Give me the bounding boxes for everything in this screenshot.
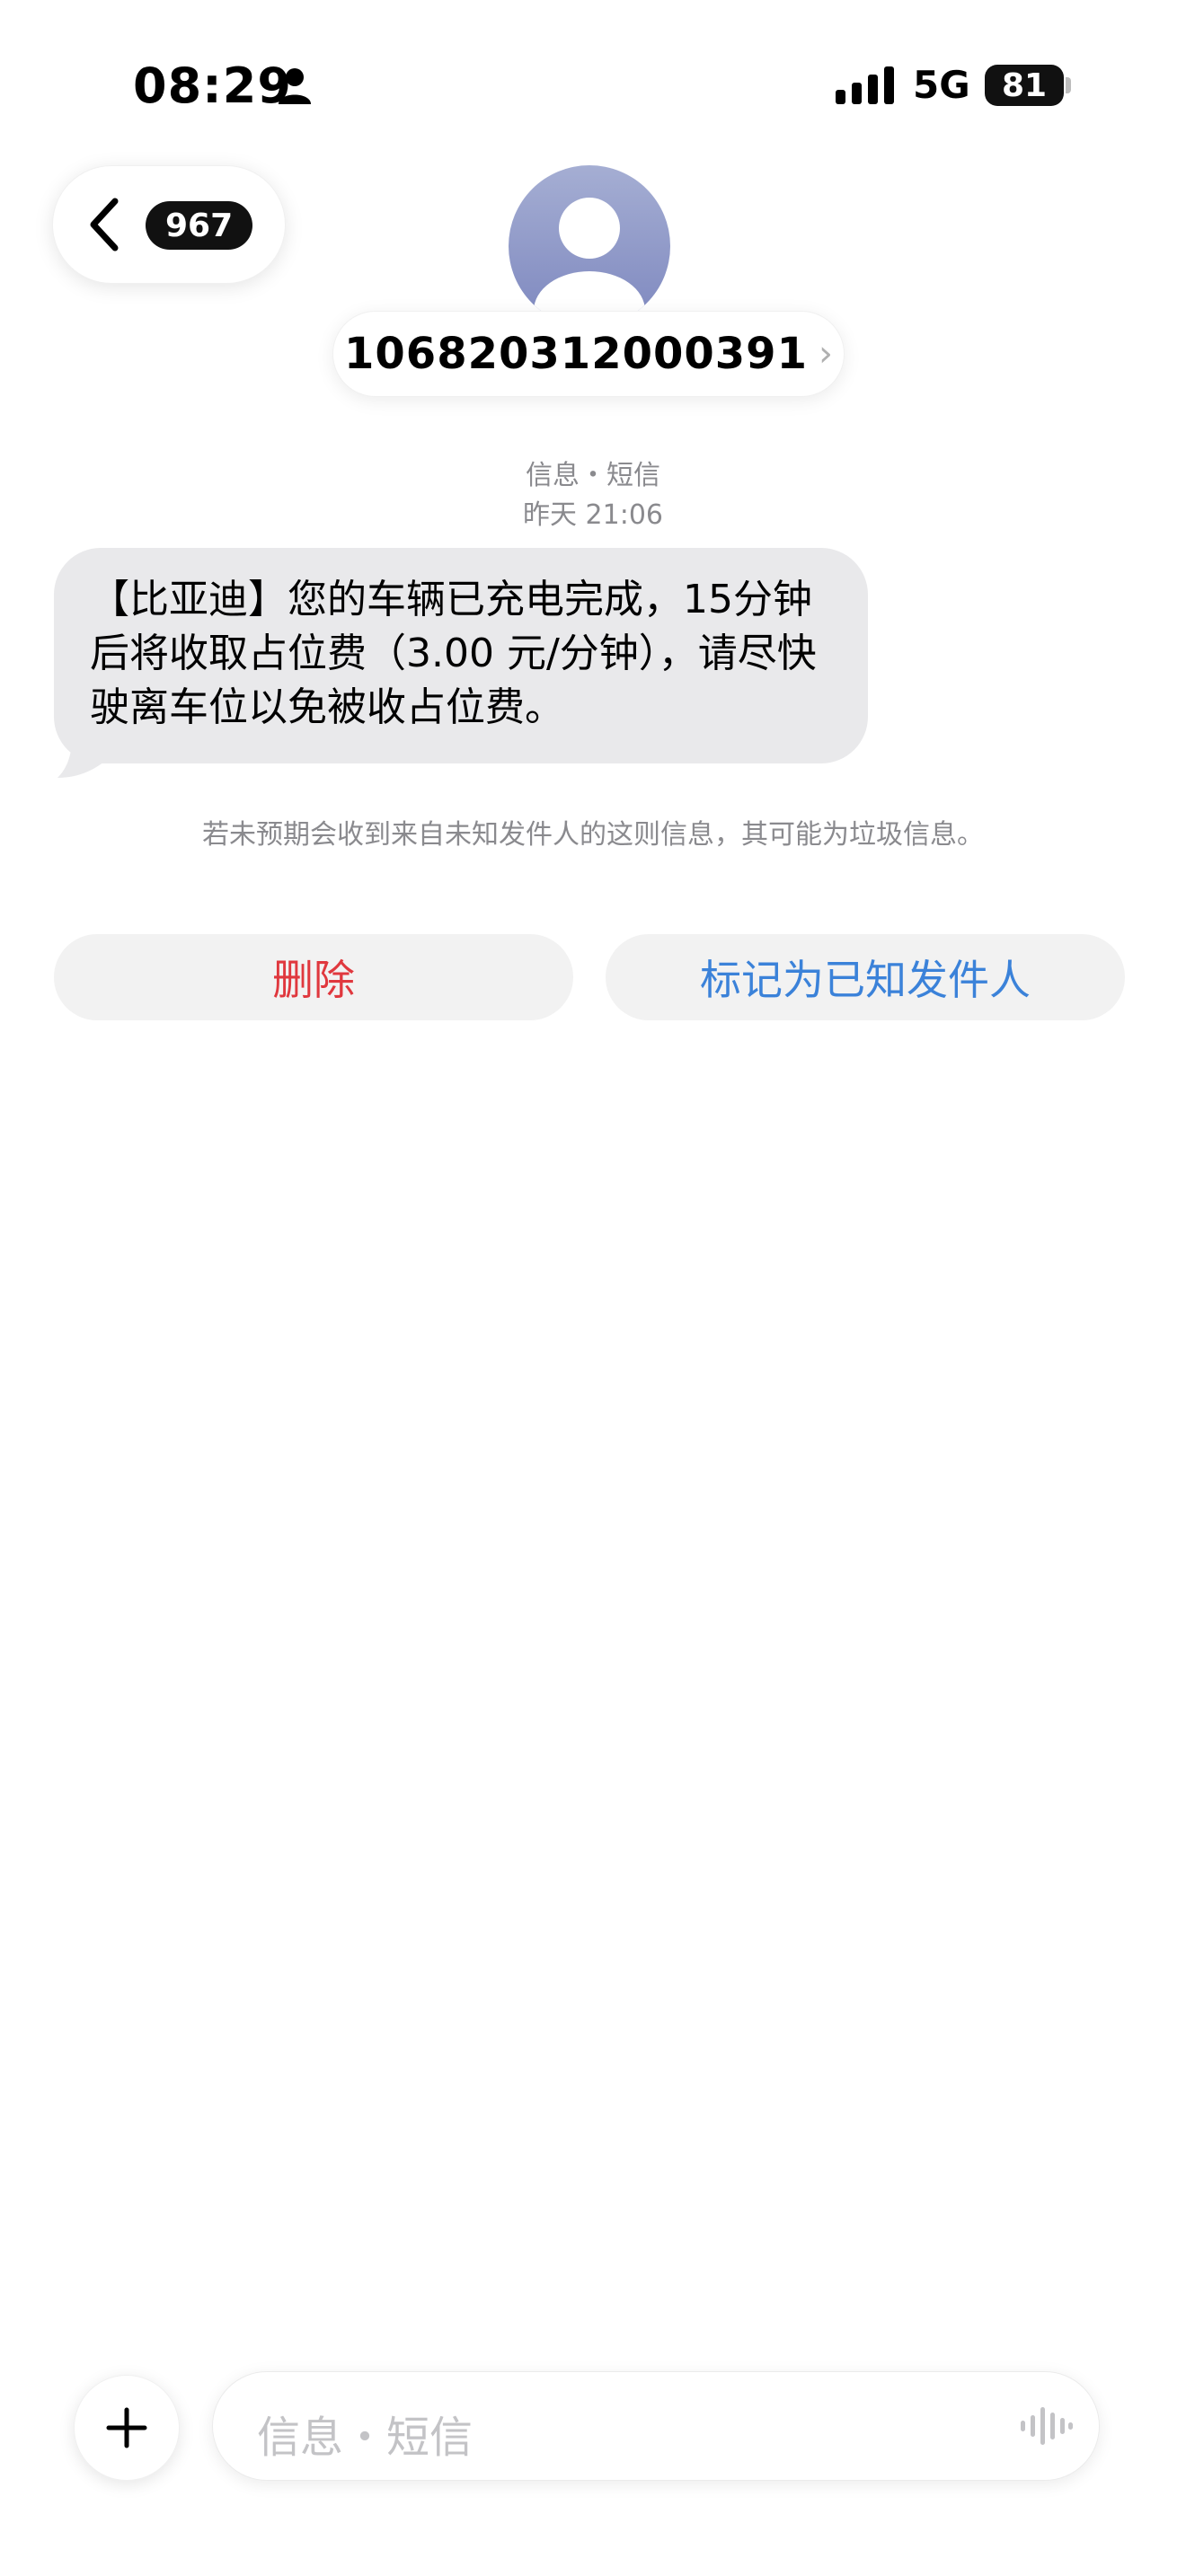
- service-label: 信息・短信: [526, 460, 660, 491]
- message-bubble[interactable]: 【比亚迪】您的车辆已充电完成，15分钟后将收取占位费（3.00 元/分钟），请尽…: [54, 548, 868, 763]
- chevron-right-icon: ›: [818, 333, 833, 375]
- unread-badge: 967: [146, 201, 253, 250]
- delete-button[interactable]: 删除: [54, 934, 573, 1020]
- person-icon: [279, 68, 311, 104]
- battery-nub: [1066, 77, 1071, 93]
- contact-number: 106820312000391: [344, 329, 808, 379]
- battery-level: 81: [1001, 66, 1048, 104]
- battery-icon: 81: [985, 65, 1064, 106]
- message-input[interactable]: 信息・短信: [212, 2371, 1100, 2481]
- status-time: 08:29: [133, 57, 292, 114]
- back-button[interactable]: 967: [52, 165, 286, 284]
- add-button[interactable]: [74, 2375, 180, 2481]
- message-timestamp: 昨天 21:06: [523, 499, 663, 531]
- avatar[interactable]: [509, 165, 670, 327]
- signal-icon: [836, 66, 894, 104]
- mark-known-sender-button[interactable]: 标记为已知发件人: [606, 934, 1125, 1020]
- message-text: 【比亚迪】您的车辆已充电完成，15分钟后将收取占位费（3.00 元/分钟），请尽…: [90, 577, 817, 730]
- unknown-sender-notice: 若未预期会收到来自未知发件人的这则信息，其可能为垃圾信息。: [202, 819, 984, 851]
- chevron-left-icon: [90, 198, 119, 251]
- voice-waveform-icon[interactable]: [1021, 2405, 1073, 2447]
- network-label: 5G: [913, 63, 970, 107]
- plus-icon: [106, 2407, 147, 2448]
- contact-name-button[interactable]: 106820312000391 ›: [332, 311, 845, 397]
- person-silhouette-icon: [534, 198, 645, 327]
- input-placeholder: 信息・短信: [257, 2413, 474, 2463]
